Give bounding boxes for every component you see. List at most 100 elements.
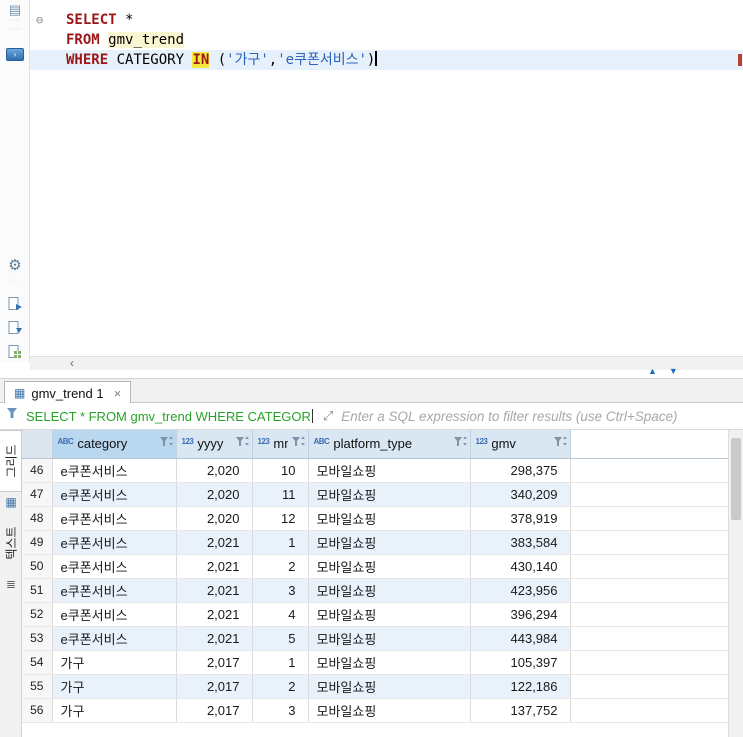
cell-mm[interactable]: 11	[252, 482, 309, 507]
cell-platform-type[interactable]: 모바일쇼핑	[308, 626, 471, 651]
active-query-text[interactable]: SELECT * FROM gmv_trend WHERE CATEGOR	[26, 409, 311, 424]
cell-platform-type[interactable]: 모바일쇼핑	[308, 698, 471, 723]
cell-platform-type[interactable]: 모바일쇼핑	[308, 554, 471, 579]
table-row[interactable]: 56 가구 2,017 3 모바일쇼핑 137,752	[22, 698, 728, 723]
cell-mm[interactable]: 10	[252, 458, 309, 483]
cell-platform-type[interactable]: 모바일쇼핑	[308, 650, 471, 675]
cell-category[interactable]: e쿠폰서비스	[52, 626, 177, 651]
corner-cell[interactable]	[22, 430, 53, 459]
text-view-icon[interactable]: ≣	[0, 574, 22, 594]
sql-editor[interactable]: ⊖ SELECT * FROM gmv_trend WHERE CATEGORY IN…	[30, 0, 743, 356]
cell-platform-type[interactable]: 모바일쇼핑	[308, 602, 471, 627]
tab-grid-view[interactable]: 그리드	[0, 430, 22, 492]
column-header-platform-type[interactable]: ABC platform_type	[308, 430, 471, 459]
cell-gmv[interactable]: 430,140	[470, 554, 571, 579]
save-file-icon[interactable]	[0, 320, 30, 336]
cell-yyyy[interactable]: 2,021	[176, 530, 253, 555]
sql-console-icon[interactable]: ›	[6, 48, 24, 61]
cell-yyyy[interactable]: 2,020	[176, 506, 253, 531]
cell-gmv[interactable]: 137,752	[470, 698, 571, 723]
column-header-mm[interactable]: 123 mm	[252, 430, 309, 459]
cell-gmv[interactable]: 340,209	[470, 482, 571, 507]
export-results-icon[interactable]	[0, 296, 30, 312]
arrow-down-icon[interactable]: ▼	[669, 366, 690, 376]
cell-platform-type[interactable]: 모바일쇼핑	[308, 674, 471, 699]
column-header-yyyy[interactable]: 123 yyyy	[176, 430, 253, 459]
cell-category[interactable]: e쿠폰서비스	[52, 530, 177, 555]
grid-view-icon[interactable]: ▦	[0, 492, 22, 512]
tab-text-view[interactable]: 텍스트	[0, 512, 22, 574]
code-line[interactable]: ⊖ SELECT *	[30, 10, 743, 30]
cell-platform-type[interactable]: 모바일쇼핑	[308, 578, 471, 603]
row-number[interactable]: 51	[22, 578, 53, 603]
cell-gmv[interactable]: 383,584	[470, 530, 571, 555]
cell-yyyy[interactable]: 2,021	[176, 602, 253, 627]
cell-gmv[interactable]: 396,294	[470, 602, 571, 627]
export-grid-icon[interactable]	[0, 344, 30, 360]
column-header-category[interactable]: ABC category	[52, 430, 177, 459]
panel-restore-arrows[interactable]: ▲▼	[648, 366, 690, 376]
cell-yyyy[interactable]: 2,017	[176, 650, 253, 675]
cell-gmv[interactable]: 423,956	[470, 578, 571, 603]
table-row[interactable]: 49 e쿠폰서비스 2,021 1 모바일쇼핑 383,584	[22, 530, 728, 555]
cell-gmv[interactable]: 298,375	[470, 458, 571, 483]
cell-mm[interactable]: 2	[252, 554, 309, 579]
filter-sort-icon[interactable]	[453, 436, 468, 451]
table-row[interactable]: 54 가구 2,017 1 모바일쇼핑 105,397	[22, 650, 728, 675]
row-number[interactable]: 54	[22, 650, 53, 675]
tab-gmv-trend-1[interactable]: ▦ gmv_trend 1 ×	[4, 381, 132, 404]
cell-yyyy[interactable]: 2,017	[176, 674, 253, 699]
cell-platform-type[interactable]: 모바일쇼핑	[308, 458, 471, 483]
cell-category[interactable]: e쿠폰서비스	[52, 554, 177, 579]
filter-input[interactable]: Enter a SQL expression to filter results…	[341, 409, 677, 424]
cell-yyyy[interactable]: 2,021	[176, 554, 253, 579]
row-number[interactable]: 52	[22, 602, 53, 627]
cell-platform-type[interactable]: 모바일쇼핑	[308, 506, 471, 531]
row-number[interactable]: 56	[22, 698, 53, 723]
row-number[interactable]: 55	[22, 674, 53, 699]
cell-category[interactable]: e쿠폰서비스	[52, 506, 177, 531]
cell-category[interactable]: e쿠폰서비스	[52, 482, 177, 507]
cell-category[interactable]: 가구	[52, 698, 177, 723]
cell-mm[interactable]: 2	[252, 674, 309, 699]
cell-mm[interactable]: 5	[252, 626, 309, 651]
filter-sort-icon[interactable]	[291, 436, 306, 451]
cell-category[interactable]: e쿠폰서비스	[52, 458, 177, 483]
table-row[interactable]: 47 e쿠폰서비스 2,020 11 모바일쇼핑 340,209	[22, 482, 728, 507]
expand-filter-icon[interactable]: ⤢	[323, 408, 333, 424]
cell-category[interactable]: 가구	[52, 674, 177, 699]
cell-yyyy[interactable]: 2,021	[176, 578, 253, 603]
cell-mm[interactable]: 1	[252, 650, 309, 675]
scroll-left-icon[interactable]: ‹	[70, 357, 74, 370]
cell-mm[interactable]: 3	[252, 578, 309, 603]
filter-sort-icon[interactable]	[159, 436, 174, 451]
table-row[interactable]: 53 e쿠폰서비스 2,021 5 모바일쇼핑 443,984	[22, 626, 728, 651]
close-icon[interactable]: ×	[114, 386, 122, 401]
code-line[interactable]: FROM gmv_trend	[30, 30, 743, 50]
table-row[interactable]: 46 e쿠폰서비스 2,020 10 모바일쇼핑 298,375	[22, 458, 728, 483]
gear-icon[interactable]: ⚙	[0, 256, 30, 274]
row-number[interactable]: 53	[22, 626, 53, 651]
cell-yyyy[interactable]: 2,020	[176, 458, 253, 483]
cell-yyyy[interactable]: 2,017	[176, 698, 253, 723]
fold-collapse-icon[interactable]: ⊖	[36, 10, 43, 30]
row-number[interactable]: 49	[22, 530, 53, 555]
cell-mm[interactable]: 4	[252, 602, 309, 627]
cell-mm[interactable]: 1	[252, 530, 309, 555]
row-number[interactable]: 48	[22, 506, 53, 531]
cell-platform-type[interactable]: 모바일쇼핑	[308, 530, 471, 555]
cell-yyyy[interactable]: 2,020	[176, 482, 253, 507]
filter-sort-icon[interactable]	[235, 436, 250, 451]
cell-platform-type[interactable]: 모바일쇼핑	[308, 482, 471, 507]
row-number[interactable]: 47	[22, 482, 53, 507]
scrollbar-thumb[interactable]	[731, 438, 741, 520]
cell-mm[interactable]: 3	[252, 698, 309, 723]
table-row[interactable]: 55 가구 2,017 2 모바일쇼핑 122,186	[22, 674, 728, 699]
arrow-up-icon[interactable]: ▲	[648, 366, 669, 376]
filter-sort-icon[interactable]	[553, 436, 568, 451]
overview-ruler-marker[interactable]	[738, 54, 742, 66]
cell-category[interactable]: e쿠폰서비스	[52, 578, 177, 603]
filter-icon[interactable]	[6, 407, 20, 425]
cell-gmv[interactable]: 443,984	[470, 626, 571, 651]
column-header-gmv[interactable]: 123 gmv	[470, 430, 571, 459]
